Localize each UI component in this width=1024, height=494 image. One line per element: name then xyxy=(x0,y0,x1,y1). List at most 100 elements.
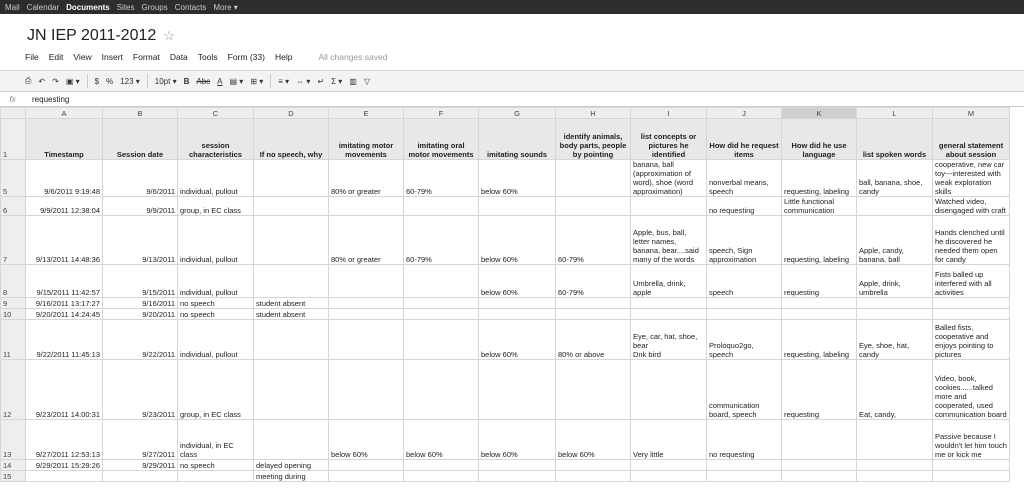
table-cell[interactable]: 9/13/2011 xyxy=(102,215,178,265)
merge-icon[interactable]: ⇔ ▾ xyxy=(296,77,310,86)
table-cell[interactable] xyxy=(328,459,404,471)
table-cell[interactable]: 9/27/2011 12:53:13 xyxy=(25,419,103,460)
filter-icon[interactable]: ▽ xyxy=(364,77,370,86)
strikethrough-button[interactable]: Abc xyxy=(196,77,210,86)
column-header-a[interactable]: A xyxy=(25,107,103,119)
table-cell[interactable] xyxy=(630,297,707,309)
nav-link-sites[interactable]: Sites xyxy=(117,3,135,12)
table-cell[interactable] xyxy=(403,470,479,482)
table-cell[interactable]: Eye, car, hat, shoe, bear Dnk bird xyxy=(630,319,707,360)
table-cell[interactable]: 60-79% xyxy=(555,215,631,265)
table-cell[interactable] xyxy=(403,297,479,309)
nav-link-more[interactable]: More ▾ xyxy=(213,3,237,12)
table-cell[interactable] xyxy=(253,196,329,216)
fill-color-icon[interactable]: ▤ ▾ xyxy=(230,77,244,86)
table-cell[interactable]: 9/15/2011 xyxy=(102,264,178,298)
table-cell[interactable] xyxy=(478,297,556,309)
table-cell[interactable]: group, in EC class xyxy=(177,196,254,216)
wrap-text-icon[interactable]: ↵ xyxy=(317,77,324,86)
table-cell[interactable]: student absent xyxy=(253,297,329,309)
table-cell[interactable]: requesting, labeling xyxy=(781,159,857,197)
header-cell[interactable]: How did he request items xyxy=(706,118,782,160)
table-cell[interactable]: no speech xyxy=(177,308,254,320)
table-cell[interactable] xyxy=(706,308,782,320)
table-cell[interactable]: 60-79% xyxy=(555,264,631,298)
row-header[interactable]: 5 xyxy=(0,159,26,197)
table-cell[interactable]: 9/23/2011 xyxy=(102,359,178,420)
header-cell[interactable]: Session date xyxy=(102,118,178,160)
print-icon[interactable]: ⎙ xyxy=(25,76,31,86)
table-cell[interactable]: 60-79% xyxy=(403,215,479,265)
table-cell[interactable]: Watched video, disengaged with craft xyxy=(932,196,1010,216)
header-cell[interactable]: Timestamp xyxy=(25,118,103,160)
table-cell[interactable] xyxy=(856,196,933,216)
row-header[interactable]: 11 xyxy=(0,319,26,360)
table-cell[interactable] xyxy=(253,215,329,265)
row-header[interactable]: 8 xyxy=(0,264,26,298)
table-cell[interactable]: 9/20/2011 xyxy=(102,308,178,320)
table-cell[interactable]: below 60% xyxy=(555,419,631,460)
table-cell[interactable] xyxy=(253,264,329,298)
row-header[interactable]: 13 xyxy=(0,419,26,460)
table-cell[interactable]: 9/6/2011 xyxy=(102,159,178,197)
align-icon[interactable]: ≡ ▾ xyxy=(278,77,289,86)
header-cell[interactable]: session characteristics xyxy=(177,118,254,160)
table-cell[interactable] xyxy=(630,308,707,320)
table-cell[interactable] xyxy=(328,470,404,482)
table-cell[interactable]: Little functional communication xyxy=(781,196,857,216)
table-cell[interactable]: student absent xyxy=(253,308,329,320)
borders-icon[interactable]: ⊞ ▾ xyxy=(250,77,263,86)
table-cell[interactable] xyxy=(478,470,556,482)
table-cell[interactable]: below 60% xyxy=(328,419,404,460)
table-cell[interactable]: delayed opening xyxy=(253,459,329,471)
table-cell[interactable] xyxy=(328,196,404,216)
table-cell[interactable]: Umbrella, drink, apple xyxy=(630,264,707,298)
table-cell[interactable] xyxy=(25,470,103,482)
table-cell[interactable]: individual, pullout xyxy=(177,159,254,197)
table-cell[interactable] xyxy=(856,459,933,471)
column-header-d[interactable]: D xyxy=(253,107,329,119)
table-cell[interactable]: below 60% xyxy=(478,215,556,265)
table-cell[interactable]: individual, pullout xyxy=(177,319,254,360)
nav-link-contacts[interactable]: Contacts xyxy=(175,3,207,12)
table-cell[interactable]: Fists balled up interfered with all acti… xyxy=(932,264,1010,298)
column-header-l[interactable]: L xyxy=(856,107,933,119)
table-cell[interactable]: Eat, candy, xyxy=(856,359,933,420)
header-cell[interactable]: How did he use language xyxy=(781,118,857,160)
row-header[interactable]: 1 xyxy=(0,118,26,160)
functions-button[interactable]: Σ ▾ xyxy=(331,77,342,86)
table-cell[interactable] xyxy=(932,297,1010,309)
table-cell[interactable]: requesting, labeling xyxy=(781,215,857,265)
table-cell[interactable] xyxy=(555,459,631,471)
table-cell[interactable] xyxy=(781,459,857,471)
document-title[interactable]: JN IEP 2011-2012 xyxy=(27,27,156,45)
header-cell[interactable]: imitating oral motor movements xyxy=(403,118,479,160)
table-cell[interactable] xyxy=(328,359,404,420)
table-cell[interactable]: 9/20/2011 14:24:45 xyxy=(25,308,103,320)
table-cell[interactable] xyxy=(403,459,479,471)
column-header-e[interactable]: E xyxy=(328,107,404,119)
header-cell[interactable]: identify animals, body parts, people by … xyxy=(555,118,631,160)
column-header-h[interactable]: H xyxy=(555,107,631,119)
table-cell[interactable]: ball, banana, shoe, candy xyxy=(856,159,933,197)
table-cell[interactable] xyxy=(630,459,707,471)
table-cell[interactable] xyxy=(630,359,707,420)
table-cell[interactable]: 9/9/2011 xyxy=(102,196,178,216)
table-cell[interactable]: 9/23/2011 14:00:31 xyxy=(25,359,103,420)
table-cell[interactable]: Apple, bus, ball, letter names, banana, … xyxy=(630,215,707,265)
table-cell[interactable] xyxy=(781,297,857,309)
formula-input[interactable]: requesting xyxy=(25,95,69,104)
table-cell[interactable]: nonverbal means, speech xyxy=(706,159,782,197)
bold-button[interactable]: B xyxy=(184,77,190,86)
table-cell[interactable] xyxy=(706,297,782,309)
menu-tools[interactable]: Tools xyxy=(198,52,218,62)
menu-format[interactable]: Format xyxy=(133,52,160,62)
table-cell[interactable]: Balled fists, cooperative and enjoys poi… xyxy=(932,319,1010,360)
nav-link-groups[interactable]: Groups xyxy=(142,3,168,12)
header-cell[interactable]: list concepts or pictures he identified xyxy=(630,118,707,160)
table-cell[interactable] xyxy=(328,319,404,360)
table-cell[interactable] xyxy=(932,470,1010,482)
table-cell[interactable]: speech, Sign approximation xyxy=(706,215,782,265)
table-cell[interactable]: speech xyxy=(706,264,782,298)
table-cell[interactable] xyxy=(328,297,404,309)
